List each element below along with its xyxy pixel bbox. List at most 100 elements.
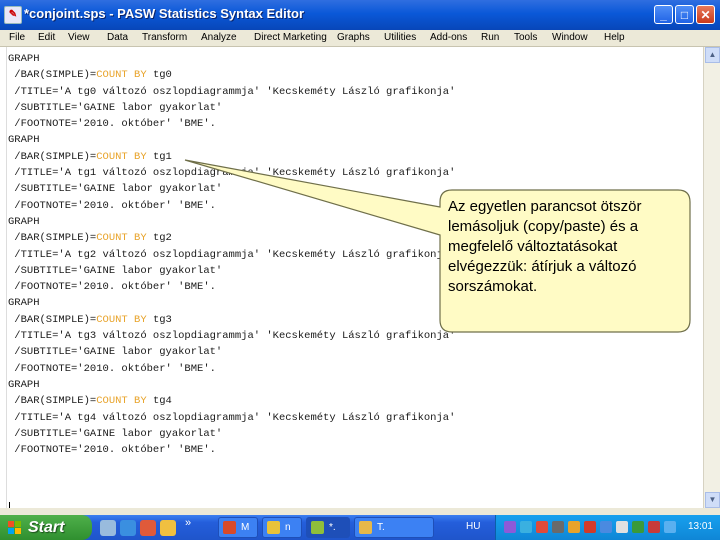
- code-line[interactable]: /SUBTITLE='GAINE labor gyakorlat': [8, 426, 455, 442]
- taskbar-button-1[interactable]: M: [218, 517, 258, 538]
- syntax-editor-icon[interactable]: ✎: [4, 6, 22, 24]
- code-text: /SUBTITLE='GAINE labor gyakorlat': [8, 101, 223, 114]
- tray-power-icon[interactable]: [632, 521, 644, 533]
- tray-bluetooth-icon[interactable]: [520, 521, 532, 533]
- tray-device-icon[interactable]: [552, 521, 564, 533]
- code-line[interactable]: /TITLE='A tg4 változó oszlopdiagrammja' …: [8, 410, 455, 426]
- start-button[interactable]: Start: [0, 515, 92, 540]
- editor-gutter: [0, 47, 7, 508]
- tray-shield-icon[interactable]: [648, 521, 660, 533]
- menu-utilities[interactable]: Utilities: [384, 32, 416, 43]
- status-bar: [0, 508, 720, 515]
- code-line[interactable]: /FOOTNOTE='2010. október' 'BME'.: [8, 442, 455, 458]
- code-text: /FOOTNOTE='2010. október' 'BME'.: [8, 362, 216, 375]
- code-line[interactable]: /FOOTNOTE='2010. október' 'BME'.: [8, 116, 455, 132]
- menu-graphs[interactable]: Graphs: [337, 32, 370, 43]
- code-text: GRAPH: [8, 378, 40, 391]
- code-line[interactable]: /BAR(SIMPLE)=COUNT BY tg3: [8, 312, 455, 328]
- code-text: /BAR(SIMPLE)=: [8, 395, 97, 408]
- tray-amd-icon[interactable]: [584, 521, 596, 533]
- tray-volume-icon[interactable]: [664, 521, 676, 533]
- window-title: *conjoint.sps - PASW Statistics Syntax E…: [24, 6, 305, 21]
- code-line[interactable]: /FOOTNOTE='2010. október' 'BME'.: [8, 361, 455, 377]
- code-line[interactable]: /SUBTITLE='GAINE labor gyakorlat': [8, 100, 455, 116]
- taskbar-button-2[interactable]: n: [262, 517, 302, 538]
- tray-hand-icon[interactable]: [616, 521, 628, 533]
- code-text: /SUBTITLE='GAINE labor gyakorlat': [8, 427, 223, 440]
- menu-window[interactable]: Window: [552, 32, 588, 43]
- syntax-code[interactable]: GRAPH /BAR(SIMPLE)=COUNT BY tg0 /TITLE='…: [8, 51, 455, 458]
- code-line[interactable]: /FOOTNOTE='2010. október' 'BME'.: [8, 198, 455, 214]
- scroll-up-icon[interactable]: ▲: [705, 47, 720, 63]
- language-indicator[interactable]: HU: [466, 521, 480, 532]
- code-line[interactable]: /TITLE='A tg0 változó oszlopdiagrammja' …: [8, 84, 455, 100]
- quicklaunch-folder-icon[interactable]: [160, 520, 176, 536]
- code-line[interactable]: /SUBTITLE='GAINE labor gyakorlat': [8, 263, 455, 279]
- maximize-button[interactable]: □: [675, 5, 694, 24]
- code-line[interactable]: /FOOTNOTE='2010. október' 'BME'.: [8, 279, 455, 295]
- code-line[interactable]: GRAPH: [8, 295, 455, 311]
- tray-update-icon[interactable]: [568, 521, 580, 533]
- code-line[interactable]: GRAPH: [8, 214, 455, 230]
- code-text: /FOOTNOTE='2010. október' 'BME'.: [8, 199, 216, 212]
- quicklaunch-firefox-icon[interactable]: [140, 520, 156, 536]
- taskbar-app-icon: [267, 521, 280, 534]
- code-line[interactable]: /TITLE='A tg2 változó oszlopdiagrammja' …: [8, 247, 455, 263]
- code-line[interactable]: GRAPH: [8, 377, 455, 393]
- taskbar-app-icon: [359, 521, 372, 534]
- code-line[interactable]: /SUBTITLE='GAINE labor gyakorlat': [8, 344, 455, 360]
- system-clock[interactable]: 13:01: [688, 521, 713, 532]
- tray-network-icon[interactable]: [504, 521, 516, 533]
- taskbar-button-4[interactable]: T.: [354, 517, 434, 538]
- code-line[interactable]: /BAR(SIMPLE)=COUNT BY tg1: [8, 149, 455, 165]
- minimize-button[interactable]: _: [654, 5, 673, 24]
- title-bar: ✎ *conjoint.sps - PASW Statistics Syntax…: [0, 0, 720, 30]
- code-line[interactable]: /SUBTITLE='GAINE labor gyakorlat': [8, 181, 455, 197]
- code-text: GRAPH: [8, 53, 40, 65]
- code-text: /SUBTITLE='GAINE labor gyakorlat': [8, 346, 223, 359]
- taskbar: Start » M n *. T. HU 13:01: [0, 515, 720, 540]
- code-text: tg1: [146, 150, 172, 163]
- taskbar-button-label: n: [285, 522, 291, 533]
- code-line[interactable]: GRAPH: [8, 51, 455, 67]
- code-text: /FOOTNOTE='2010. október' 'BME'.: [8, 118, 216, 131]
- code-text: /TITLE='A tg4 változó oszlopdiagrammja' …: [8, 411, 456, 424]
- code-line[interactable]: /BAR(SIMPLE)=COUNT BY tg2: [8, 230, 455, 246]
- menu-add-ons[interactable]: Add-ons: [430, 32, 467, 43]
- tray-antivirus-icon[interactable]: [536, 521, 548, 533]
- menu-tools[interactable]: Tools: [514, 32, 537, 43]
- code-text: /SUBTITLE='GAINE labor gyakorlat': [8, 183, 223, 196]
- code-text: tg3: [146, 313, 172, 326]
- taskbar-button-3-active[interactable]: *.: [306, 517, 350, 538]
- code-line[interactable]: /TITLE='A tg1 változó oszlopdiagrammja' …: [8, 165, 455, 181]
- code-text: /FOOTNOTE='2010. október' 'BME'.: [8, 444, 216, 457]
- code-line[interactable]: /BAR(SIMPLE)=COUNT BY tg4: [8, 393, 455, 409]
- close-button[interactable]: ✕: [696, 5, 715, 24]
- vertical-scrollbar[interactable]: ▲ ▼: [703, 47, 720, 508]
- code-text: /BAR(SIMPLE)=: [8, 150, 97, 163]
- code-line[interactable]: /TITLE='A tg3 változó oszlopdiagrammja' …: [8, 328, 455, 344]
- scroll-down-icon[interactable]: ▼: [705, 492, 720, 508]
- menu-analyze[interactable]: Analyze: [201, 32, 237, 43]
- tray-display-icon[interactable]: [600, 521, 612, 533]
- code-keyword: COUNT BY: [96, 69, 147, 82]
- menu-transform[interactable]: Transform: [142, 32, 187, 43]
- code-text: tg0: [146, 69, 172, 82]
- taskbar-app-icon: [311, 521, 324, 534]
- menu-edit[interactable]: Edit: [38, 32, 55, 43]
- code-line[interactable]: GRAPH: [8, 132, 455, 148]
- menu-run[interactable]: Run: [481, 32, 499, 43]
- menu-help[interactable]: Help: [604, 32, 625, 43]
- code-line[interactable]: /BAR(SIMPLE)=COUNT BY tg0: [8, 67, 455, 83]
- menu-direct-marketing[interactable]: Direct Marketing: [254, 32, 327, 43]
- code-text: GRAPH: [8, 297, 40, 310]
- menu-file[interactable]: File: [9, 32, 25, 43]
- menu-data[interactable]: Data: [107, 32, 128, 43]
- quicklaunch-more-icon[interactable]: »: [185, 517, 201, 533]
- menu-view[interactable]: View: [68, 32, 90, 43]
- taskbar-button-label: T.: [377, 522, 385, 533]
- quicklaunch-ie-icon[interactable]: [120, 520, 136, 536]
- code-text: tg2: [146, 232, 172, 245]
- quicklaunch-desktop-icon[interactable]: [100, 520, 116, 536]
- start-label: Start: [28, 519, 65, 536]
